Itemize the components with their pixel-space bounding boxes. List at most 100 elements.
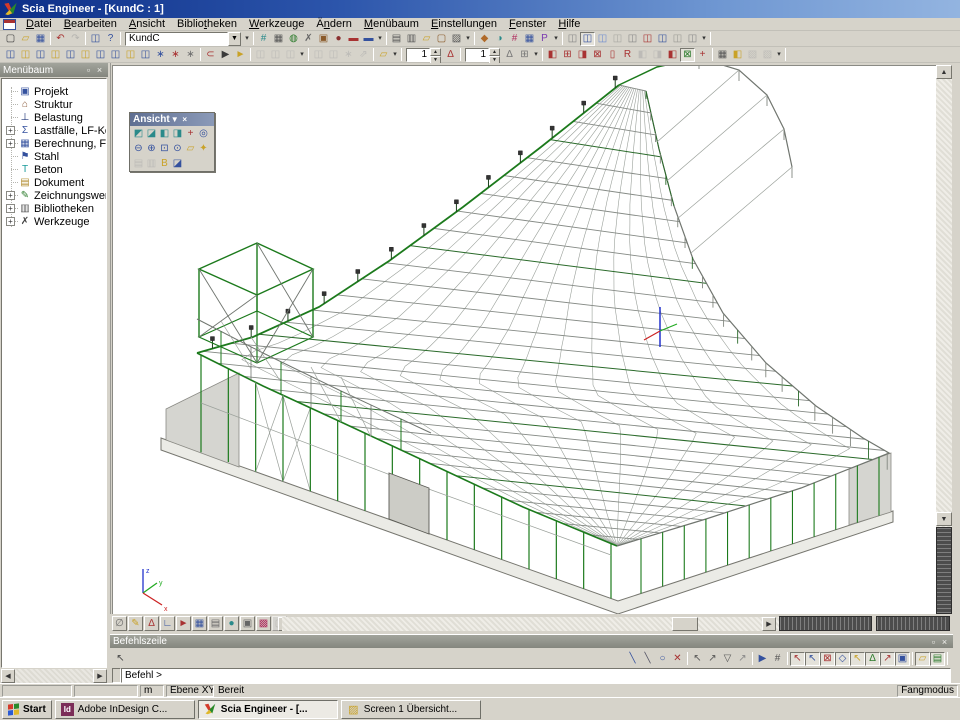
tree-item-6[interactable]: TBeton — [2, 163, 106, 176]
image-icon[interactable]: ● — [331, 32, 346, 46]
grid-step-icon[interactable]: ⊞ — [517, 48, 532, 62]
print-view-icon[interactable]: ▤ — [132, 157, 145, 170]
expand-icon[interactable]: + — [6, 204, 15, 213]
activity-4-icon[interactable]: ◫ — [610, 32, 625, 46]
overflow-icon[interactable]: ▾ — [298, 48, 306, 62]
save-project-icon[interactable]: ▦ — [33, 32, 48, 46]
project-settings-icon[interactable]: # — [256, 32, 271, 46]
expand-icon[interactable]: + — [6, 139, 15, 148]
open-view-icon[interactable]: ▱ — [184, 142, 197, 155]
overflow-icon[interactable]: ▾ — [464, 32, 472, 46]
select-filter-icon[interactable]: ◫ — [138, 48, 153, 62]
zoom-window-icon[interactable]: ⊡ — [158, 142, 171, 155]
activity-9-icon[interactable]: ◫ — [685, 32, 700, 46]
activity-7-icon[interactable]: ◫ — [655, 32, 670, 46]
shading-mode-icon[interactable]: ◪ — [171, 157, 184, 170]
select-star-icon[interactable]: ∗ — [168, 48, 183, 62]
pin-icon[interactable]: ▫ — [83, 65, 94, 75]
grid-snap-icon[interactable]: # — [770, 652, 785, 666]
colored-grid-icon[interactable]: ▩ — [256, 616, 271, 631]
snap-intersection-icon[interactable]: ⊠ — [820, 652, 835, 666]
tile-windows-icon[interactable]: ◫ — [326, 48, 341, 62]
light-toggle-icon[interactable]: ✦ — [197, 142, 210, 155]
snap-mode-status[interactable]: Fangmodus — [897, 685, 958, 697]
loadcase-9-icon[interactable]: ◧ — [665, 48, 680, 62]
hscroll-right-icon[interactable]: ▶ — [762, 617, 776, 631]
menu-hilfe[interactable]: Hilfe — [552, 18, 586, 31]
axes-view-icon[interactable]: + — [184, 127, 197, 140]
node-right-icon[interactable]: ↗ — [705, 652, 720, 666]
pane-scroll-thumb-1[interactable] — [779, 616, 872, 631]
expand-icon[interactable]: + — [6, 191, 15, 200]
select-labels-icon[interactable]: ◫ — [93, 48, 108, 62]
pane-scroll-thumb-2[interactable] — [876, 616, 950, 631]
cut-icon[interactable]: ✗ — [301, 32, 316, 46]
menu-bearbeiten[interactable]: Bearbeiten — [58, 18, 123, 31]
undo-icon[interactable]: ↶ — [53, 32, 68, 46]
palette-dropdown-icon[interactable]: ▼ — [170, 115, 180, 124]
activity-6-icon[interactable]: ◫ — [640, 32, 655, 46]
horizontal-scroll-thumb[interactable] — [672, 617, 698, 631]
sidebar-horizontal-scrollbar[interactable]: ◀ ▶ — [1, 669, 107, 683]
lasso-select-icon[interactable]: ⊂ — [203, 48, 218, 62]
view-xy-icon[interactable]: ◩ — [132, 127, 145, 140]
picture-document-icon[interactable]: ▢ — [434, 32, 449, 46]
scroll-down-icon[interactable]: ▼ — [936, 512, 952, 526]
project-combo[interactable]: KundC ▼ — [125, 32, 241, 46]
table-view-icon[interactable]: ▦ — [522, 32, 537, 46]
pick-cursor-icon[interactable]: ▶ — [218, 48, 233, 62]
close-all-windows-icon[interactable]: ◫ — [88, 32, 103, 46]
copy-icon[interactable]: ▣ — [316, 32, 331, 46]
save-view-icon[interactable]: ▦ — [715, 48, 730, 62]
overflow-icon[interactable]: ▾ — [391, 48, 399, 62]
loadcase-1-icon[interactable]: ◧ — [545, 48, 560, 62]
member-labels-icon[interactable]: ∟ — [160, 616, 175, 631]
menu-ansicht[interactable]: Ansicht — [123, 18, 171, 31]
loadcase-5-icon[interactable]: ▯ — [605, 48, 620, 62]
scroll-up-icon[interactable]: ▲ — [936, 65, 952, 79]
loadcase-6-icon[interactable]: R — [620, 48, 635, 62]
calculator-icon[interactable]: ▦ — [271, 32, 286, 46]
view-xz-icon[interactable]: ◪ — [145, 127, 158, 140]
zoom-out-icon[interactable]: ⊖ — [132, 142, 145, 155]
expand-icon[interactable]: + — [6, 217, 15, 226]
beam-blue-icon[interactable]: ▬ — [361, 32, 376, 46]
zoom-in-icon[interactable]: ⊕ — [145, 142, 158, 155]
cascade-windows-icon[interactable]: ◫ — [311, 48, 326, 62]
select-nodes-icon[interactable]: ◫ — [3, 48, 18, 62]
arrange-windows-icon[interactable]: ∗ — [341, 48, 356, 62]
activity-5-icon[interactable]: ◫ — [625, 32, 640, 46]
activity-2-icon[interactable]: ◫ — [580, 32, 595, 46]
snap-center-icon[interactable]: ▣ — [895, 652, 910, 666]
mirror-entity-icon[interactable]: ◫ — [283, 48, 298, 62]
expand-icon[interactable]: + — [6, 126, 15, 135]
window-small-icon[interactable]: ▣ — [240, 616, 255, 631]
menu-einstellungen[interactable]: Einstellungen — [425, 18, 503, 31]
loadcase-7-icon[interactable]: ◧ — [635, 48, 650, 62]
activity-8-icon[interactable]: ◫ — [670, 32, 685, 46]
node-labels-icon[interactable]: ∆ — [144, 616, 159, 631]
cmd-close-icon[interactable]: × — [939, 637, 950, 647]
fly-mode-icon[interactable]: ► — [233, 48, 248, 62]
combo-dropdown-icon[interactable]: ▼ — [228, 32, 241, 46]
overflow-icon[interactable]: ▾ — [700, 32, 708, 46]
start-button[interactable]: Start — [2, 700, 52, 719]
select-dimensions-icon[interactable]: ◫ — [78, 48, 93, 62]
view-axo-icon[interactable]: ◨ — [171, 127, 184, 140]
loadcase-11-icon[interactable]: + — [695, 48, 710, 62]
move-entity-icon[interactable]: ◫ — [268, 48, 283, 62]
select-supports-icon[interactable]: ◫ — [63, 48, 78, 62]
beam-red-icon[interactable]: ▬ — [346, 32, 361, 46]
overflow-icon[interactable]: ▾ — [552, 32, 560, 46]
tree-item-10[interactable]: +✗Werkzeuge — [2, 215, 106, 228]
scale-up-icon[interactable]: ∆ — [502, 48, 517, 62]
tree-item-7[interactable]: ▤Dokument — [2, 176, 106, 189]
delete-tool-icon[interactable]: ✕ — [670, 652, 685, 666]
snap-perpendicular-icon[interactable]: ↖ — [850, 652, 865, 666]
tree-item-5[interactable]: ⚑Stahl — [2, 150, 106, 163]
taskbar-button-indesign[interactable]: IdAdobe InDesign C... — [55, 700, 195, 719]
line-tool-icon[interactable]: ╲ — [625, 652, 640, 666]
print-icon[interactable]: ▤ — [389, 32, 404, 46]
graphics-view-icon[interactable]: ◍ — [286, 32, 301, 46]
loadcase-2-icon[interactable]: ⊞ — [560, 48, 575, 62]
